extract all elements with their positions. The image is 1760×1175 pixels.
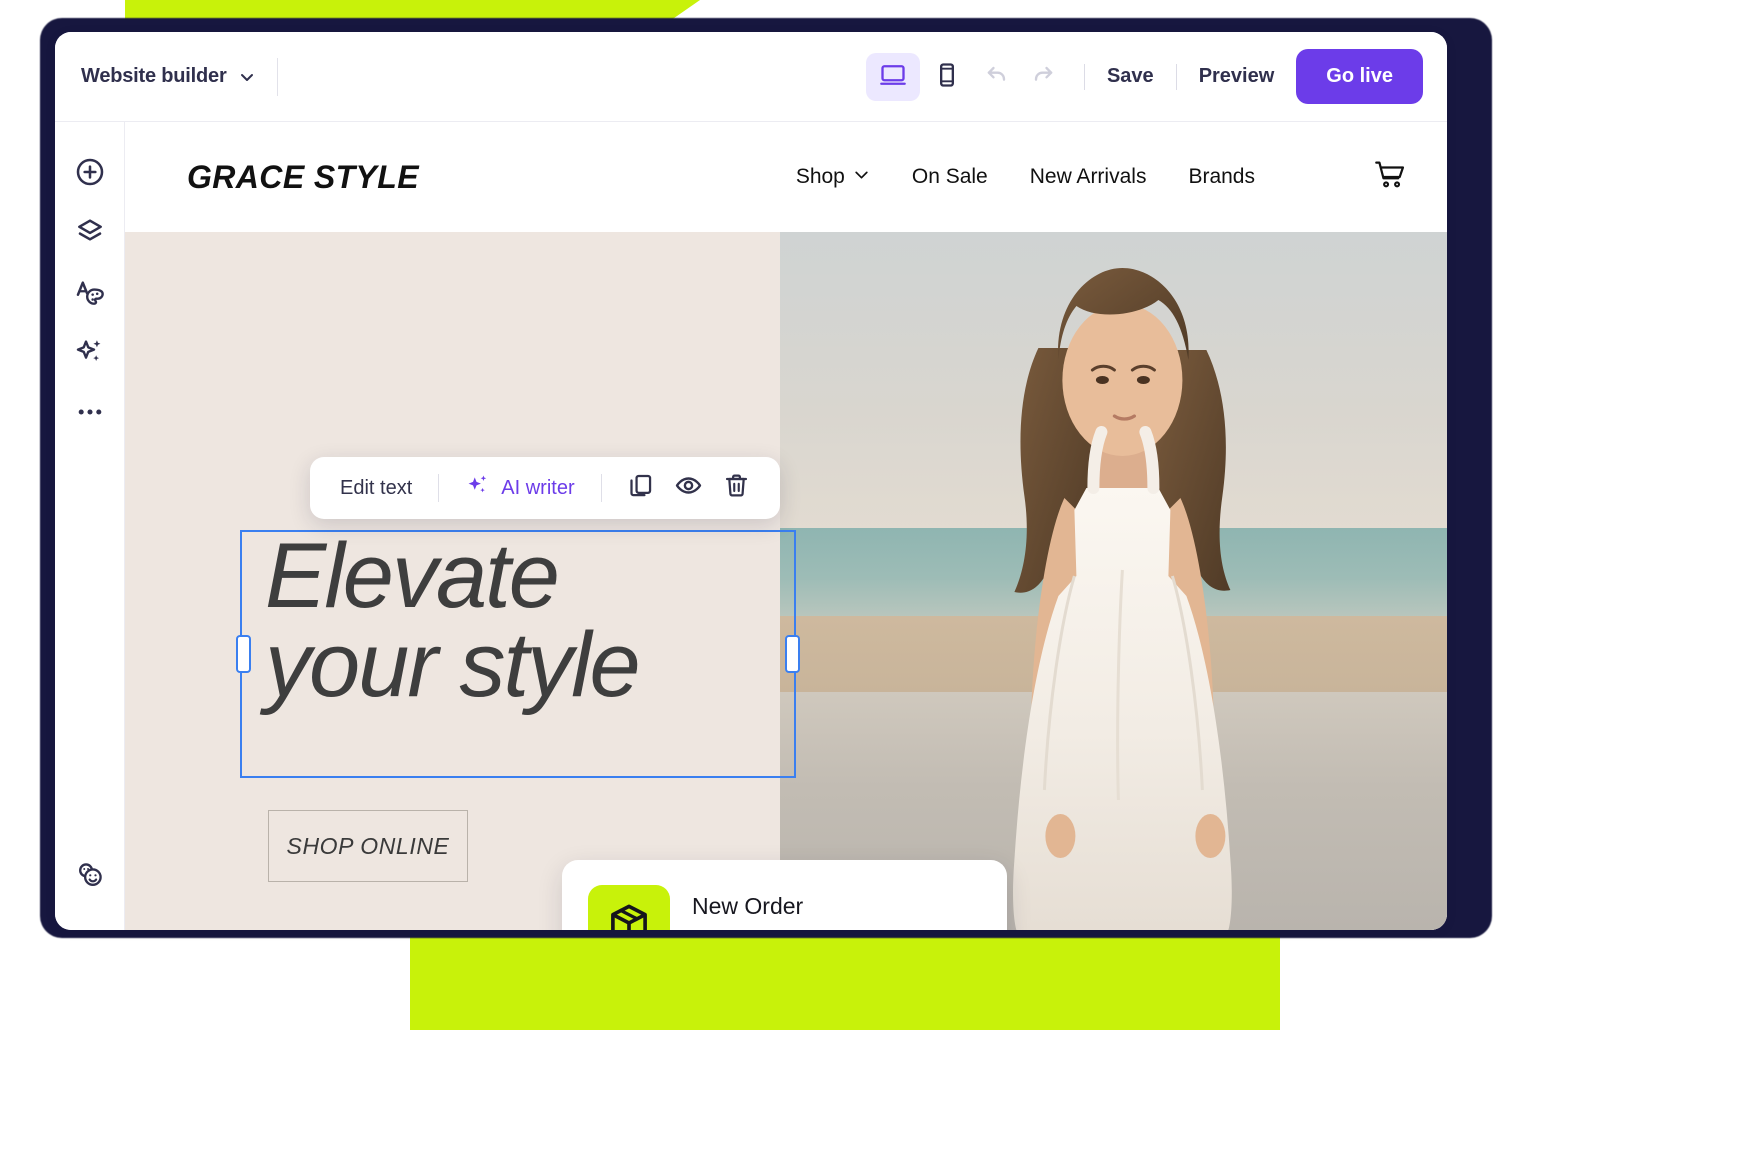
shopping-cart-icon [1373,158,1407,197]
undo-button[interactable] [974,54,1020,100]
cart-button[interactable] [1373,158,1407,197]
undo-icon [983,61,1011,92]
sparkles-icon [74,336,106,373]
font-palette-icon [74,276,106,313]
toolbar-divider-2 [600,474,602,502]
mobile-view-icon [933,61,961,92]
builder-left-rail [55,122,125,930]
delete-button[interactable] [716,467,758,509]
sidebar-item-add-element[interactable] [66,150,114,198]
redo-button[interactable] [1020,54,1066,100]
chevron-down-icon [853,165,870,189]
order-details: New Order #165422 $159.99 [692,893,981,930]
ellipsis-icon [74,396,106,433]
preview-button[interactable]: Preview [1195,65,1279,88]
hero-model-photo [1012,268,1232,930]
lime-accent-bottom [410,930,1280,1030]
duplicate-icon [627,472,654,504]
order-badge [588,885,670,930]
resize-handle-left[interactable] [236,635,251,673]
sidebar-item-layers[interactable] [66,210,114,258]
topbar-actions: Save Preview Go live [865,49,1423,104]
nav-item-shop-label: Shop [795,165,845,188]
site-logo: GRACE STYLE [187,158,419,195]
go-live-button[interactable]: Go live [1296,49,1423,104]
save-button[interactable]: Save [1103,65,1158,88]
hero-image [780,232,1447,930]
shop-online-button[interactable]: SHOP ONLINE [268,810,468,882]
order-summary-row: #165422 $159.99 [692,928,981,930]
topbar-divider-2 [1083,63,1085,90]
nav-item-new-arrivals[interactable]: New Arrivals [1030,165,1147,189]
element-edit-toolbar: Edit text AI writer [310,457,780,519]
builder-topbar: Website builder Save Preview Go live [55,32,1447,122]
order-title: New Order [692,893,804,919]
topbar-divider-3 [1175,63,1177,90]
site-canvas: GRACE STYLE Shop On Sale New Arrivals Br… [125,122,1447,930]
text-selection-box[interactable] [236,530,800,778]
nav-item-brands[interactable]: Brands [1188,165,1255,189]
ai-writer-label: AI writer [501,476,575,499]
sidebar-item-ai-tools[interactable] [66,330,114,378]
visibility-button[interactable] [668,467,710,509]
redo-icon [1029,61,1057,92]
order-amount: $159.99 [883,928,981,930]
edit-text-button[interactable]: Edit text [332,477,420,500]
hero-section: Edit text AI writer Elevate your style S… [125,232,1447,930]
desktop-view-icon [879,61,907,92]
sidebar-item-theme-design[interactable] [66,270,114,318]
new-order-card: New Order #165422 $159.99 [562,860,1007,930]
builder-menu[interactable]: Website builder [81,65,255,88]
eye-icon [674,471,703,505]
plus-circle-icon [74,156,106,193]
chevron-down-icon [239,69,255,85]
mobile-view-button[interactable] [920,53,974,101]
package-box-icon [606,901,652,930]
smiley-faces-icon [73,857,107,896]
resize-handle-right[interactable] [785,635,800,673]
builder-title: Website builder [81,65,227,87]
nav-item-shop[interactable]: Shop [796,165,870,189]
ai-writer-button[interactable]: AI writer [457,472,582,504]
duplicate-button[interactable] [620,467,662,509]
toolbar-divider-1 [438,474,440,502]
trash-icon [723,472,750,504]
order-id: #165422 [692,928,797,930]
sparkle-icon [465,472,491,504]
sidebar-item-more-options[interactable] [66,390,114,438]
topbar-divider [276,57,278,96]
nav-item-on-sale[interactable]: On Sale [912,165,988,189]
desktop-view-button[interactable] [865,52,920,101]
site-nav: Shop On Sale New Arrivals Brands [796,158,1407,197]
site-header: GRACE STYLE Shop On Sale New Arrivals Br… [125,122,1447,232]
sidebar-item-feedback[interactable] [66,852,114,900]
website-builder-window: Website builder Save Preview Go live GRA… [55,32,1447,930]
layers-icon [74,216,106,253]
